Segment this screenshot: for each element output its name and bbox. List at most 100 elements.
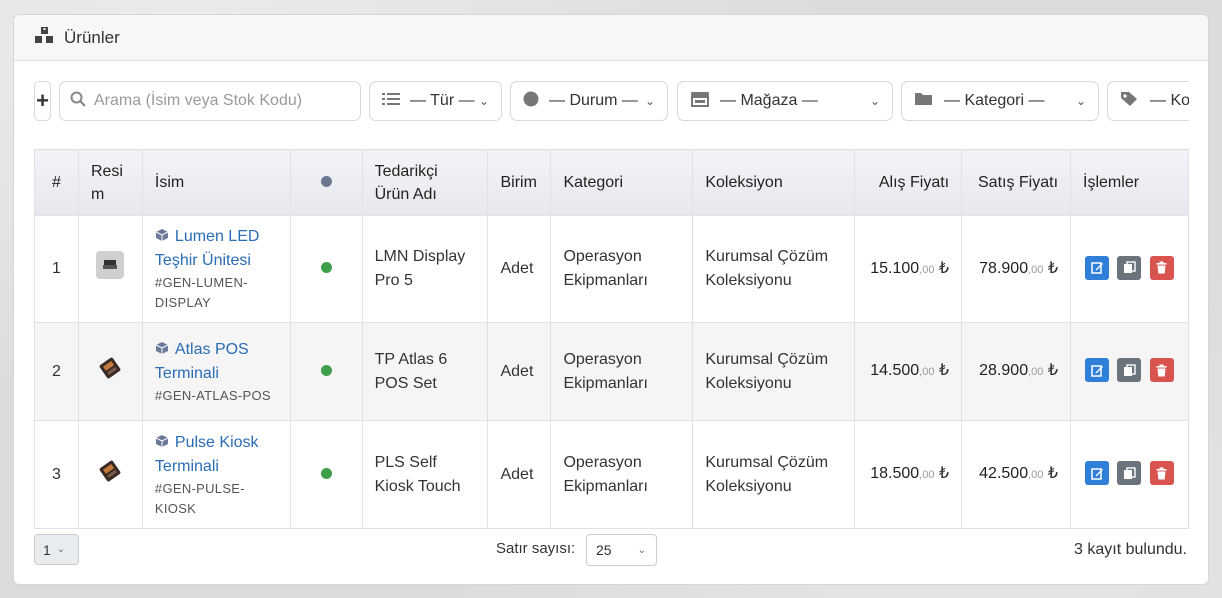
row-image-cell <box>77 420 143 529</box>
row-actions <box>1070 420 1189 529</box>
circle-icon <box>523 91 539 112</box>
row-supplier-name: LMN Display Pro 5 <box>361 215 489 323</box>
add-product-button[interactable]: + <box>34 81 51 121</box>
cube-icon <box>155 432 169 447</box>
col-header-supplier[interactable]: Tedarikçi Ürün Adı <box>361 149 489 216</box>
store-filter-label: — Mağaza — <box>720 92 818 109</box>
col-header-buy-price[interactable]: Alış Fiyatı <box>854 149 963 216</box>
edit-button[interactable] <box>1085 255 1110 280</box>
edit-button[interactable] <box>1085 461 1110 486</box>
product-sku: #GEN-LUMEN- DISPLAY <box>154 275 248 310</box>
row-collection: Kurumsal Çözüm Koleksiyonu <box>692 215 856 323</box>
edit-button[interactable] <box>1085 358 1110 383</box>
product-thumbnail[interactable] <box>96 354 124 382</box>
row-actions <box>1070 322 1189 421</box>
folder-icon <box>914 91 934 112</box>
row-buy-price: 15.100,00 ₺ <box>854 215 963 323</box>
delete-button[interactable] <box>1149 461 1174 486</box>
chevron-down-icon: ⌄ <box>869 94 880 108</box>
col-header-name[interactable]: İsim <box>141 149 291 216</box>
card-header: Ürünler <box>14 15 1208 61</box>
product-sku: #GEN-PULSE- KIOSK <box>154 480 245 516</box>
col-header-unit[interactable]: Birim <box>487 149 552 216</box>
rows-per-page-value: 25 <box>596 542 612 558</box>
type-filter-select[interactable]: — Tür — ⌄ <box>369 81 502 121</box>
delete-button[interactable] <box>1149 255 1174 280</box>
tags-icon <box>1120 91 1140 112</box>
product-thumbnail[interactable] <box>96 251 125 279</box>
product-name-link[interactable]: Atlas POS Terminali <box>155 341 249 382</box>
status-filter-select[interactable]: — Durum — ⌄ <box>510 81 668 121</box>
boxes-icon <box>34 26 56 49</box>
copy-button[interactable] <box>1117 255 1142 280</box>
search-icon <box>70 91 86 112</box>
table-row: 1 Lumen LED Teşhir Ünitesi #GEN-LUMEN- DIS… <box>34 215 1189 323</box>
status-active-indicator <box>320 467 332 479</box>
products-card: Ürünler + Arama (İsim veya Stok Kodu) — … <box>13 14 1209 585</box>
row-status-cell <box>289 420 363 529</box>
row-name-cell: Pulse Kiosk Terminali #GEN-PULSE- KIOSK <box>141 420 291 529</box>
collection-filter-select[interactable]: — Kol <box>1107 81 1189 121</box>
category-filter-select[interactable]: — Kategori — ⌄ <box>901 81 1099 121</box>
row-sell-price: 28.900,00 ₺ <box>961 322 1072 421</box>
row-number: 1 <box>34 215 79 323</box>
row-category: Operasyon Ekipmanları <box>550 322 694 421</box>
product-sku: #GEN-ATLAS-POS <box>154 387 271 403</box>
row-image-cell <box>77 215 143 323</box>
row-unit: Adet <box>487 420 552 529</box>
row-category: Operasyon Ekipmanları <box>550 420 694 529</box>
row-buy-price: 14.500,00 ₺ <box>854 322 963 421</box>
row-number: 3 <box>34 420 79 529</box>
row-sell-price: 42.500,00 ₺ <box>961 420 1072 529</box>
row-status-cell <box>289 215 363 323</box>
rows-per-page-select[interactable]: 25 ⌄ <box>586 534 657 566</box>
store-icon <box>690 91 710 112</box>
col-header-collection[interactable]: Koleksiyon <box>692 149 856 216</box>
product-name-link[interactable]: Pulse Kiosk Terminali <box>155 434 259 475</box>
row-buy-price: 18.500,00 ₺ <box>854 420 963 529</box>
row-sell-price: 78.900,00 ₺ <box>961 215 1072 323</box>
delete-button[interactable] <box>1149 358 1174 383</box>
row-supplier-name: PLS Self Kiosk Touch <box>361 420 489 529</box>
status-active-indicator <box>320 262 332 273</box>
filter-bar: + Arama (İsim veya Stok Kodu) — Tür — ⌄ … <box>34 81 1189 121</box>
col-header-status[interactable] <box>289 149 363 216</box>
col-header-actions: İşlemler <box>1070 149 1189 216</box>
table-row: 2 Atlas POS Terminali #GEN-ATLAS-POS TP A… <box>34 322 1189 421</box>
row-unit: Adet <box>487 322 552 421</box>
row-actions <box>1070 215 1189 323</box>
chevron-down-icon: ⌄ <box>56 544 66 555</box>
status-active-indicator <box>320 364 332 376</box>
product-name-link[interactable]: Lumen LED Teşhir Ünitesi <box>155 228 260 269</box>
collection-filter-label: — Kol <box>1150 92 1189 109</box>
chevron-down-icon: ⌄ <box>644 94 655 108</box>
products-table: # Resi m İsim Tedarikçi Ürün Adı Birim Kat… <box>34 149 1189 529</box>
row-supplier-name: TP Atlas 6 POS Set <box>361 322 489 421</box>
chevron-down-icon: ⌄ <box>637 544 646 556</box>
page-select[interactable]: 1 ⌄ <box>34 534 79 565</box>
row-name-cell: Atlas POS Terminali #GEN-ATLAS-POS <box>141 322 291 421</box>
page-title: Ürünler <box>64 27 120 47</box>
copy-button[interactable] <box>1117 461 1142 486</box>
row-status-cell <box>289 322 363 421</box>
status-filter-label: — Durum — <box>549 92 638 109</box>
col-header-image[interactable]: Resi m <box>77 149 143 216</box>
col-header-num[interactable]: # <box>34 149 79 216</box>
search-placeholder: Arama (İsim veya Stok Kodu) <box>94 92 303 109</box>
cube-icon <box>155 226 169 241</box>
type-filter-label: — Tür — <box>410 92 475 109</box>
row-image-cell <box>77 322 143 421</box>
search-input[interactable]: Arama (İsim veya Stok Kodu) <box>59 81 361 121</box>
table-row: 3 Pulse Kiosk Terminali #GEN-PULSE- KIOSK … <box>34 420 1189 529</box>
col-header-sell-price[interactable]: Satış Fiyatı <box>961 149 1072 216</box>
record-count: 3 kayıt bulundu. <box>1074 541 1187 558</box>
row-collection: Kurumsal Çözüm Koleksiyonu <box>692 420 856 529</box>
row-category: Operasyon Ekipmanları <box>550 215 694 323</box>
row-number: 2 <box>34 322 79 421</box>
list-icon <box>382 92 400 111</box>
store-filter-select[interactable]: — Mağaza — ⌄ <box>677 81 893 121</box>
col-header-category[interactable]: Kategori <box>550 149 694 216</box>
product-thumbnail[interactable] <box>96 457 124 485</box>
copy-button[interactable] <box>1117 358 1142 383</box>
row-name-cell: Lumen LED Teşhir Ünitesi #GEN-LUMEN- DISPL… <box>141 215 291 323</box>
